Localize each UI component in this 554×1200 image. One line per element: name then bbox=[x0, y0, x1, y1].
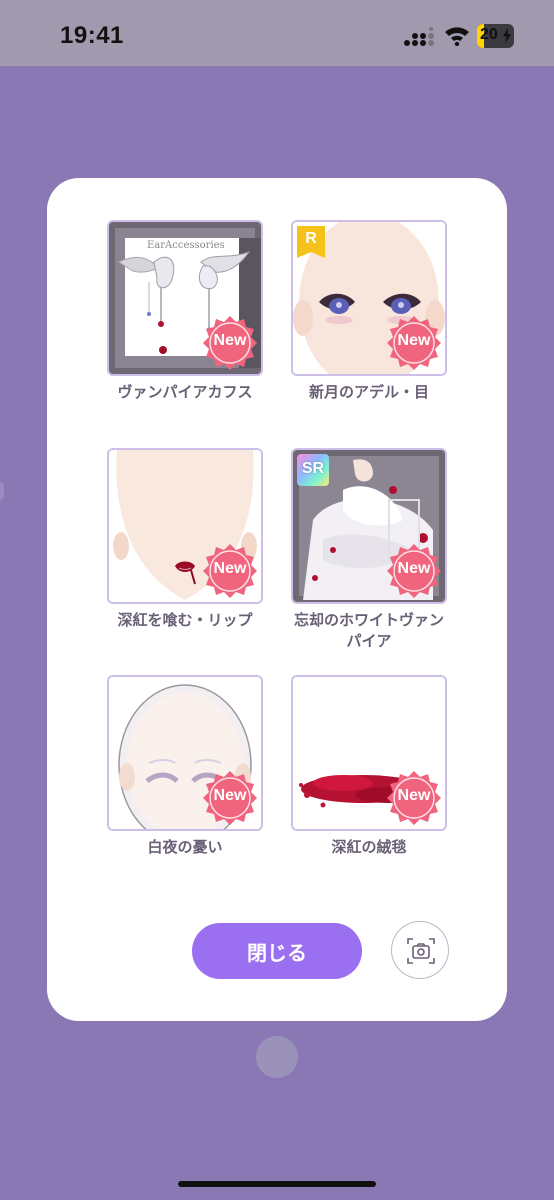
reward-dialog: EarAccessories New ヴァンパイアカフス R New 新月のアデ… bbox=[47, 178, 507, 1021]
new-badge-label: New bbox=[213, 787, 247, 804]
item-thumbnail[interactable]: R New bbox=[291, 220, 447, 376]
item-card[interactable]: R New 新月のアデル・目 bbox=[291, 220, 447, 403]
item-card[interactable]: New 白夜の憂い bbox=[107, 675, 263, 858]
new-badge-label: New bbox=[213, 332, 247, 349]
item-label: 深紅を喰む・リップ bbox=[117, 611, 253, 629]
item-label: 白夜の憂い bbox=[147, 838, 223, 856]
new-badge-label: New bbox=[397, 560, 431, 577]
page-indicator bbox=[256, 1036, 298, 1078]
rarity-label: SR bbox=[301, 460, 325, 477]
item-thumbnail[interactable]: New bbox=[291, 675, 447, 831]
new-badge: New bbox=[201, 542, 259, 600]
status-time: 19:41 bbox=[60, 22, 124, 49]
new-badge-label: New bbox=[213, 560, 247, 577]
item-card[interactable]: New 深紅を喰む・リップ bbox=[107, 448, 263, 631]
item-card[interactable]: EarAccessories New ヴァンパイアカフス bbox=[107, 220, 263, 403]
item-label: 深紅の絨毯 bbox=[331, 838, 407, 856]
camera-icon bbox=[407, 938, 435, 964]
cellular-signal-icon bbox=[404, 27, 434, 46]
item-thumbnail[interactable]: EarAccessories New bbox=[107, 220, 263, 376]
charging-bolt-icon bbox=[503, 28, 511, 43]
new-badge-label: New bbox=[397, 787, 431, 804]
new-badge: New bbox=[385, 769, 443, 827]
item-thumbnail[interactable]: SR New bbox=[291, 448, 447, 604]
new-badge: New bbox=[201, 314, 259, 372]
status-bar: 19:41 20 bbox=[0, 0, 554, 66]
item-card[interactable]: New 深紅の絨毯 bbox=[291, 675, 447, 858]
close-button[interactable]: 閉じる bbox=[192, 923, 362, 979]
wifi-icon bbox=[445, 27, 469, 46]
rarity-label: R bbox=[305, 230, 317, 247]
item-card[interactable]: SR New 忘却のホワイトヴァンパイア bbox=[291, 448, 447, 652]
item-thumbnail[interactable]: New bbox=[107, 448, 263, 604]
item-label: 新月のアデル・目 bbox=[308, 383, 429, 401]
item-thumbnail[interactable]: New bbox=[107, 675, 263, 831]
new-badge: New bbox=[385, 542, 443, 600]
edge-indicator bbox=[0, 482, 4, 500]
rarity-badge: R bbox=[297, 226, 325, 258]
item-image-caption: EarAccessories bbox=[147, 240, 225, 251]
screenshot-button[interactable] bbox=[391, 921, 449, 979]
item-label: ヴァンパイアカフス bbox=[117, 383, 253, 401]
battery-icon: 20 bbox=[477, 24, 514, 48]
item-label: 忘却のホワイトヴァンパイア bbox=[293, 611, 444, 650]
rarity-badge: SR bbox=[297, 454, 329, 486]
battery-percent: 20 bbox=[480, 26, 498, 43]
new-badge: New bbox=[385, 314, 443, 372]
home-indicator[interactable] bbox=[178, 1181, 376, 1187]
new-badge-label: New bbox=[397, 332, 431, 349]
new-badge: New bbox=[201, 769, 259, 827]
